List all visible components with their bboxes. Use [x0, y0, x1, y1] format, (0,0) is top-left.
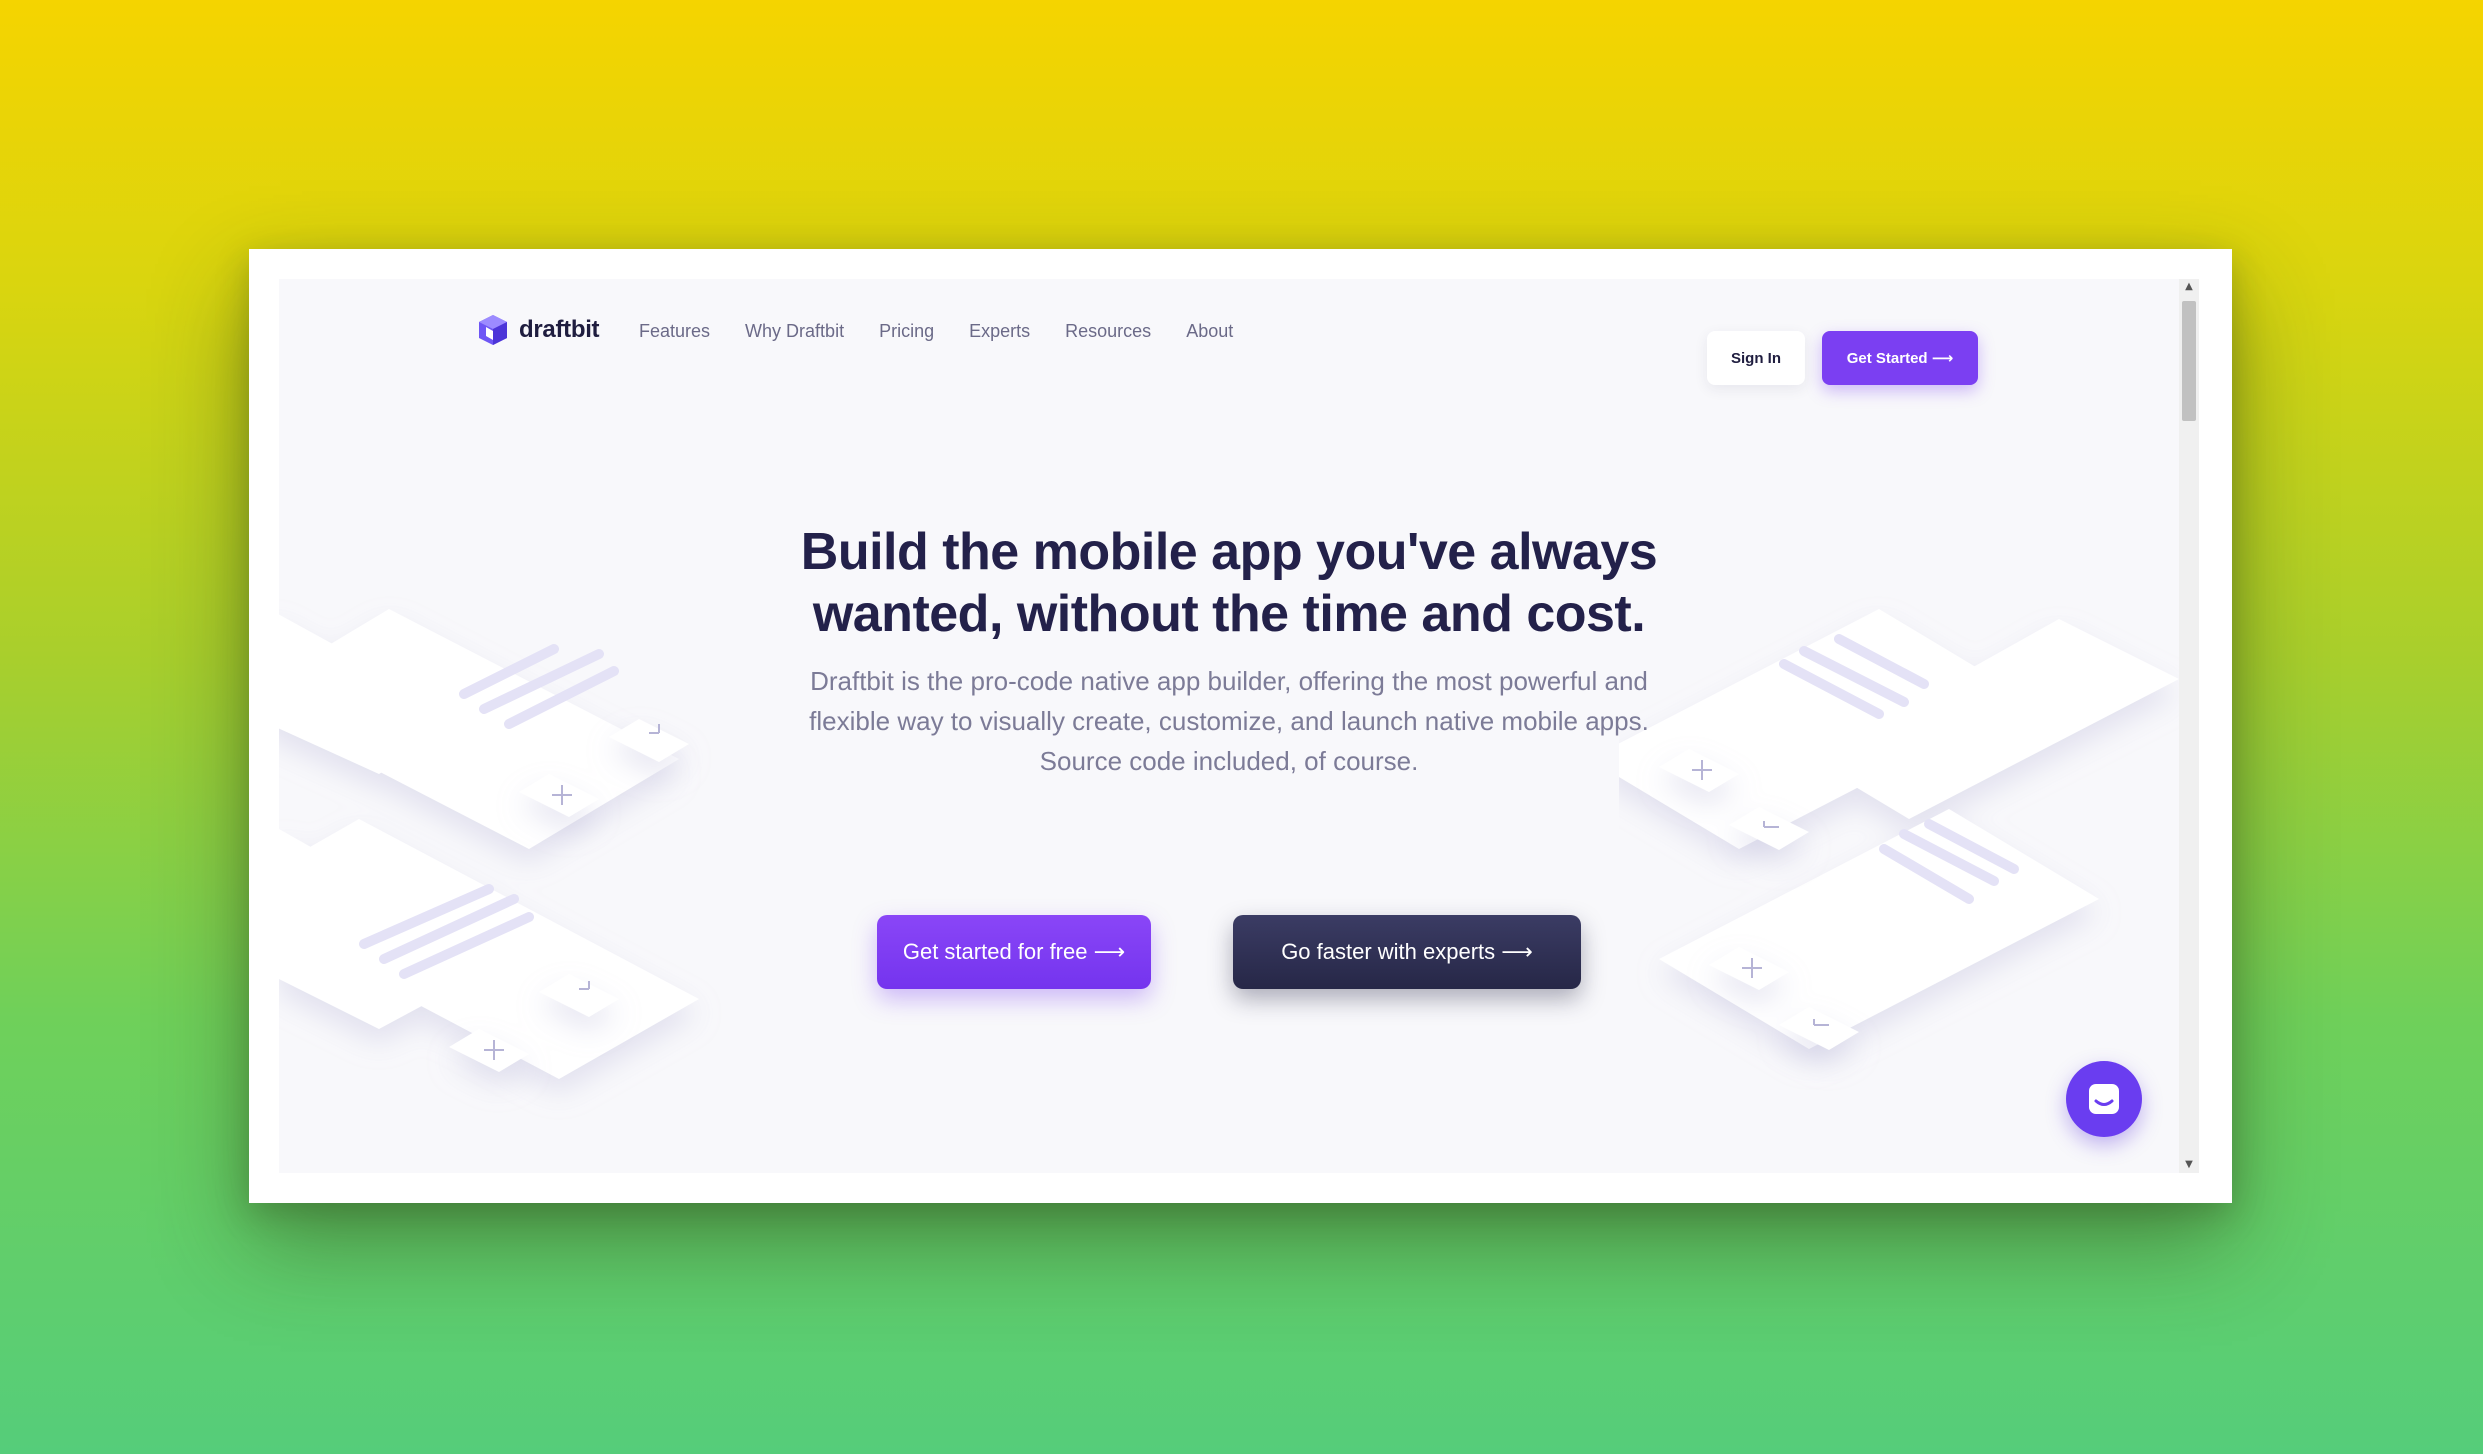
nav-link-resources[interactable]: Resources	[1065, 321, 1151, 342]
hero-title: Build the mobile app you've always wante…	[800, 523, 1658, 643]
nav-link-features[interactable]: Features	[639, 321, 710, 342]
chat-launcher-button[interactable]	[2066, 1061, 2142, 1137]
nav-link-experts[interactable]: Experts	[969, 321, 1030, 342]
brand-name: draftbit	[519, 316, 600, 343]
nav-link-why-draftbit[interactable]: Why Draftbit	[745, 321, 844, 342]
get-started-free-button[interactable]: Get started for free ⟶	[877, 915, 1151, 989]
brand-logo[interactable]: draftbit	[477, 313, 600, 347]
nav-links: Features Why Draftbit Pricing Experts Re…	[639, 321, 1233, 342]
nav-link-pricing[interactable]: Pricing	[879, 321, 934, 342]
scrollbar-thumb[interactable]	[2182, 301, 2196, 421]
scroll-up-arrow-icon[interactable]: ▲	[2179, 279, 2199, 295]
sign-in-button[interactable]: Sign In	[1707, 331, 1805, 385]
browser-window: draftbit Features Why Draftbit Pricing E…	[249, 249, 2232, 1203]
top-navigation: draftbit Features Why Draftbit Pricing E…	[279, 279, 2179, 385]
cube-logo-icon	[479, 315, 507, 345]
vertical-scrollbar[interactable]: ▲ ▼	[2179, 279, 2199, 1173]
left-decorative-illustration	[279, 609, 699, 1079]
nav-link-about[interactable]: About	[1186, 321, 1233, 342]
go-faster-experts-button[interactable]: Go faster with experts ⟶	[1233, 915, 1581, 989]
get-started-button[interactable]: Get Started ⟶	[1822, 331, 1978, 385]
chat-icon	[2089, 1084, 2119, 1114]
hero-subtitle: Draftbit is the pro-code native app buil…	[809, 666, 1649, 776]
scroll-down-arrow-icon[interactable]: ▼	[2179, 1157, 2199, 1173]
page-viewport: draftbit Features Why Draftbit Pricing E…	[279, 279, 2179, 1173]
